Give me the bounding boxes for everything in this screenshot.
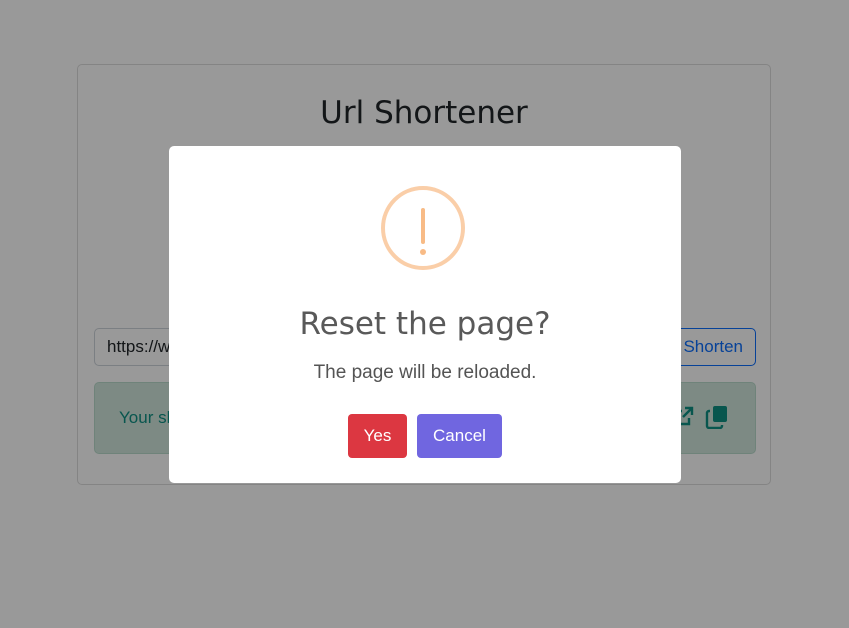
reset-dialog: Reset the page? The page will be reloade…	[169, 146, 681, 483]
dialog-actions: Yes Cancel	[169, 414, 681, 458]
warning-icon	[381, 186, 465, 270]
dialog-title: Reset the page?	[299, 306, 551, 342]
yes-button[interactable]: Yes	[348, 414, 407, 458]
dialog-message: The page will be reloaded.	[313, 362, 537, 383]
cancel-button[interactable]: Cancel	[417, 414, 502, 458]
